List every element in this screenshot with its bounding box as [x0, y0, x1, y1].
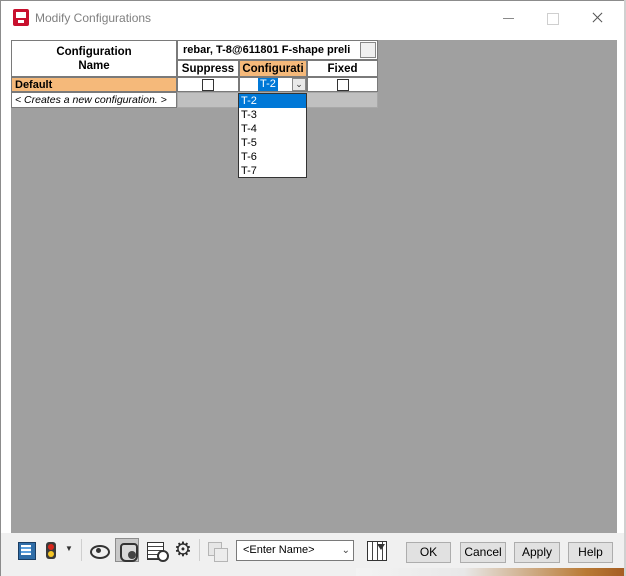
header-feature-name[interactable]: rebar, T-8@611801 F-shape preli [177, 40, 378, 60]
traffic-light-icon[interactable] [41, 538, 65, 562]
show-hide-icon[interactable] [87, 538, 111, 562]
window-title: Modify Configurations [35, 11, 152, 25]
apply-button[interactable]: Apply [514, 542, 560, 563]
row-name-default[interactable]: Default [11, 77, 177, 92]
background-window-edge [356, 568, 626, 576]
configuration-grid: Configuration Name rebar, T-8@611801 F-s… [11, 40, 617, 533]
ok-button[interactable]: OK [406, 542, 451, 563]
solidworks-app-icon [13, 9, 29, 26]
header-configuration-name-line1: Configuration [56, 45, 132, 58]
dropdown-option[interactable]: T-4 [239, 122, 306, 136]
minimize-button[interactable] [489, 5, 529, 31]
traffic-light-dropdown-icon[interactable]: ▼ [63, 544, 75, 556]
chevron-down-icon[interactable]: ⌄ [342, 541, 350, 560]
dropdown-option[interactable]: T-2 [239, 94, 306, 108]
title-bar[interactable]: Modify Configurations [1, 1, 625, 35]
table-icon [205, 538, 229, 562]
new-configuration-row[interactable]: < Creates a new configuration. > [11, 92, 177, 108]
column-header-configuration[interactable]: Configurati [239, 60, 307, 77]
gear-icon[interactable]: ⚙ [171, 538, 195, 562]
column-header-fixed[interactable]: Fixed [307, 60, 378, 77]
suppress-checkbox[interactable] [202, 78, 214, 91]
toolbar-divider [81, 539, 82, 561]
excel-export-icon[interactable] [14, 538, 38, 562]
enter-name-value: <Enter Name> [243, 544, 315, 556]
close-button[interactable] [577, 5, 617, 31]
feature-select-chevron-down-icon[interactable] [360, 42, 376, 58]
dropdown-option[interactable]: T-7 [239, 164, 306, 178]
fixed-cell [307, 77, 378, 92]
enter-name-select[interactable]: <Enter Name> ⌄ [236, 540, 354, 561]
configuration-dropdown-list: T-2 T-3 T-4 T-5 T-6 T-7 [238, 93, 307, 178]
help-button[interactable]: Help [568, 542, 613, 563]
dropdown-option[interactable]: T-5 [239, 136, 306, 150]
modify-configurations-window: Modify Configurations Configuration Name… [0, 0, 626, 576]
dropdown-option[interactable]: T-6 [239, 150, 306, 164]
header-configuration-name-line2: Name [78, 59, 110, 72]
configuration-combo[interactable]: T-2 ⌄ [240, 78, 306, 91]
hand-icon[interactable] [115, 538, 139, 562]
column-header-suppress[interactable]: Suppress [177, 60, 239, 77]
cancel-button[interactable]: Cancel [460, 542, 506, 563]
dropdown-option[interactable]: T-3 [239, 108, 306, 122]
insert-column-icon[interactable] [364, 538, 388, 562]
chevron-down-icon[interactable]: ⌄ [292, 78, 306, 91]
toolbar-divider [199, 539, 200, 561]
header-configuration-name: Configuration Name [11, 40, 177, 77]
fixed-checkbox[interactable] [336, 78, 349, 91]
maximize-button[interactable] [533, 5, 573, 31]
suppress-cell [177, 77, 239, 92]
configuration-combo-value: T-2 [258, 78, 278, 91]
list-icon[interactable] [143, 538, 169, 562]
